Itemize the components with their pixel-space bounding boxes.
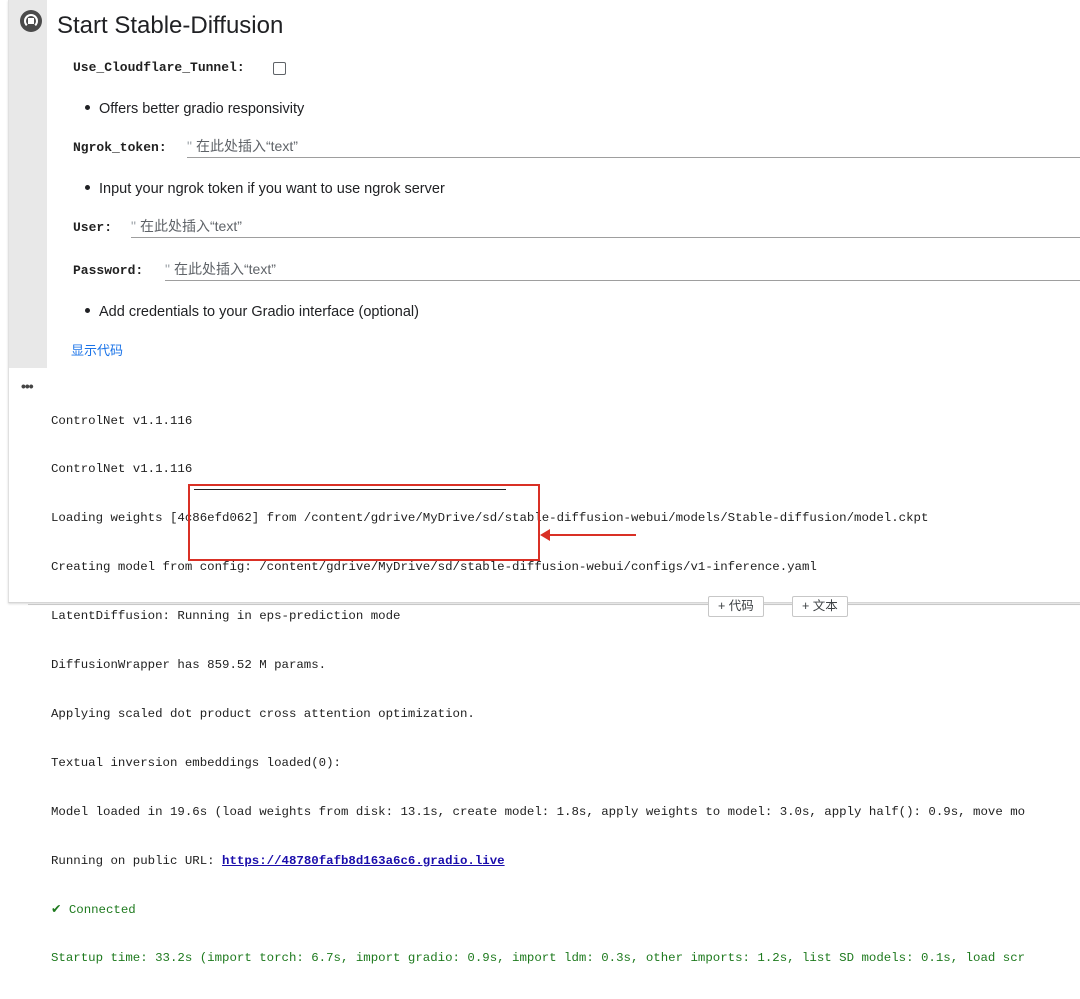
quote-mark: "	[131, 218, 136, 234]
log-line: DiffusionWrapper has 859.52 M params.	[51, 658, 327, 673]
ngrok-token-input[interactable]: " 在此处插入“text”	[187, 137, 1080, 158]
public-url-link[interactable]: https://48780fafb8d163a6c6.gradio.live	[222, 854, 505, 868]
log-line: Loading weights [4c86efd062] from /conte…	[51, 511, 929, 526]
log-line: Creating model from config: /content/gdr…	[51, 560, 817, 575]
form-area: Start Stable-Diffusion Use_Cloudflare_Tu…	[47, 0, 1080, 368]
cloudflare-label: Use_Cloudflare_Tunnel:	[73, 60, 245, 75]
cell-output: ••• ControlNet v1.1.116 ControlNet v1.1.…	[9, 368, 1080, 965]
quote-mark: "	[187, 138, 192, 154]
log-line: Applying scaled dot product cross attent…	[51, 706, 475, 721]
url-prefix: Running on public URL:	[51, 853, 223, 868]
user-placeholder: 在此处插入“text”	[139, 218, 242, 234]
public-url-line: Running on public URL: https://48780fafb…	[51, 853, 1080, 869]
bullet-dot	[85, 104, 90, 110]
more-horiz-icon[interactable]: •••	[21, 378, 34, 394]
strikethrough-mark	[194, 489, 506, 490]
ngrok-token-placeholder: 在此处插入“text”	[195, 138, 298, 154]
bullet-text: Offers better gradio responsivity	[99, 101, 305, 117]
cell-title: Start Stable-Diffusion	[57, 12, 284, 39]
add-text-button[interactable]: + 文本	[792, 596, 848, 617]
bullet-text: Input your ngrok token if you want to us…	[99, 181, 445, 197]
connected-status: ✔ Connected	[51, 902, 136, 917]
password-label: Password:	[73, 263, 144, 278]
notebook-cell: Start Stable-Diffusion Use_Cloudflare_Tu…	[8, 0, 1080, 965]
log-line: ControlNet v1.1.116	[51, 413, 193, 428]
startup-time-line: Startup time: 33.2s (import torch: 6.7s,…	[51, 951, 1026, 966]
stop-square	[28, 18, 34, 24]
log-line: ControlNet v1.1.116	[51, 462, 193, 477]
bullet-dot	[85, 184, 90, 190]
cell-gutter	[9, 0, 47, 368]
cloudflare-checkbox[interactable]	[273, 62, 286, 75]
bullet-credentials: Add credentials to your Gradio interface…	[85, 304, 419, 320]
console-output: ControlNet v1.1.116 ControlNet v1.1.116 …	[51, 380, 1080, 999]
ngrok-token-label: Ngrok_token:	[73, 140, 167, 155]
add-code-button[interactable]: + 代码	[708, 596, 764, 617]
log-line: Model loaded in 19.6s (load weights from…	[51, 804, 1026, 819]
add-cell-divider	[28, 604, 1080, 605]
user-input[interactable]: " 在此处插入“text”	[131, 217, 1080, 238]
bullet-text: Add credentials to your Gradio interface…	[99, 304, 419, 320]
annotation-arrow-line	[548, 534, 636, 536]
quote-mark: "	[165, 261, 170, 277]
password-input[interactable]: " 在此处插入“text”	[165, 260, 1080, 281]
user-label: User:	[73, 220, 113, 235]
log-line: LatentDiffusion: Running in eps-predicti…	[51, 609, 401, 624]
arrow-left-icon	[540, 529, 550, 541]
password-placeholder: 在此处插入“text”	[173, 261, 276, 277]
show-code-link[interactable]: 显示代码	[71, 340, 123, 359]
bullet-responsivity: Offers better gradio responsivity	[85, 101, 304, 117]
run-stop-icon[interactable]	[20, 10, 42, 32]
log-line: Textual inversion embeddings loaded(0):	[51, 755, 341, 770]
bullet-dot	[85, 307, 90, 313]
bullet-ngrok: Input your ngrok token if you want to us…	[85, 181, 445, 197]
